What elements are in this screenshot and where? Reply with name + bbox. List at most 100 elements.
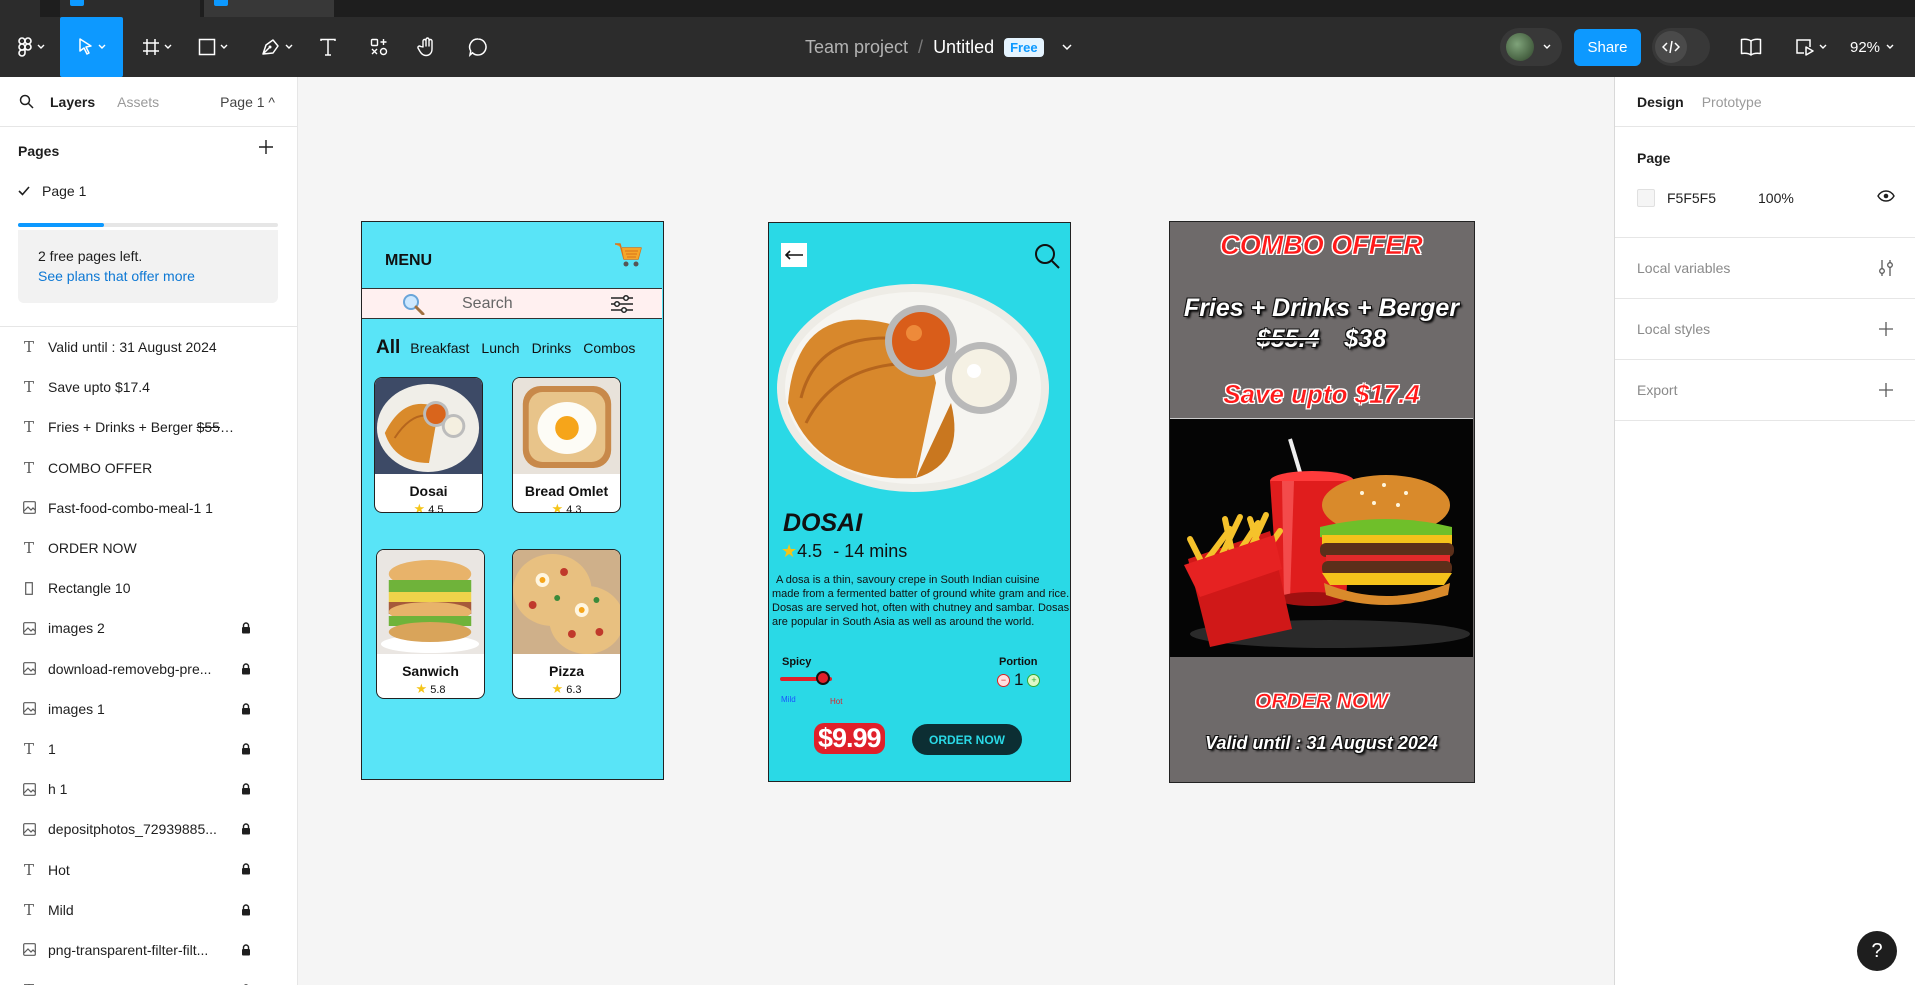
text-icon: T bbox=[23, 418, 34, 437]
tab-prototype[interactable]: Prototype bbox=[1702, 94, 1762, 110]
zoom-menu[interactable]: 92% bbox=[1850, 17, 1894, 77]
home-tab[interactable] bbox=[0, 0, 40, 17]
layer-item[interactable]: T Valid until : 31 August 2024 bbox=[0, 327, 298, 367]
library-button[interactable] bbox=[1738, 17, 1764, 77]
file-tab-active[interactable] bbox=[204, 0, 334, 17]
category-drinks[interactable]: Drinks bbox=[532, 340, 572, 356]
export-section[interactable]: Export bbox=[1615, 360, 1915, 421]
layer-item[interactable]: images 2 bbox=[0, 608, 298, 648]
hand-tool-button[interactable] bbox=[414, 17, 440, 77]
layer-item[interactable]: T Mild bbox=[0, 890, 298, 930]
plus-icon[interactable] bbox=[1878, 321, 1894, 337]
detail-artboard[interactable]: DOSAI ★4.5 - 14 mins A dosa is a thin, s… bbox=[768, 222, 1071, 782]
order-now-button[interactable]: ORDER NOW bbox=[912, 724, 1022, 755]
comment-tool-button[interactable] bbox=[465, 17, 491, 77]
minus-button[interactable]: − bbox=[997, 673, 1010, 687]
dev-mode-toggle[interactable] bbox=[1652, 28, 1710, 66]
layer-item[interactable]: T ORDER NOW bbox=[0, 528, 298, 568]
main-menu-button[interactable] bbox=[10, 17, 52, 77]
lock-icon[interactable] bbox=[241, 903, 251, 916]
layer-item[interactable]: TPortion bbox=[0, 970, 298, 985]
fill-opacity[interactable]: 100% bbox=[1758, 190, 1794, 206]
share-button[interactable]: Share bbox=[1574, 29, 1641, 66]
layer-item[interactable]: T1 bbox=[0, 729, 298, 769]
lock-icon[interactable] bbox=[241, 622, 251, 634]
layer-item[interactable]: T Fries + Drinks + Berger $55.4 $38 bbox=[0, 407, 298, 447]
filter-icon[interactable] bbox=[610, 294, 634, 314]
image-icon bbox=[22, 943, 36, 957]
tab-layers[interactable]: Layers bbox=[50, 94, 95, 110]
lock-icon[interactable] bbox=[241, 863, 251, 875]
resources-button[interactable] bbox=[366, 17, 392, 77]
lock-icon[interactable] bbox=[241, 743, 251, 755]
file-name[interactable]: Untitled bbox=[933, 37, 994, 58]
local-styles-section[interactable]: Local styles bbox=[1615, 299, 1915, 360]
search-placeholder: Search bbox=[462, 295, 513, 312]
lock-icon[interactable] bbox=[241, 823, 251, 835]
category-all[interactable]: All bbox=[376, 337, 400, 359]
page-background-fill[interactable]: F5F5F5 100% bbox=[1637, 189, 1794, 207]
layer-item[interactable]: depositphotos_72939885... bbox=[0, 809, 298, 849]
layer-item[interactable]: T Hot bbox=[0, 849, 298, 889]
lock-icon[interactable] bbox=[241, 783, 251, 795]
layer-item[interactable]: png-transparent-filter-filt... bbox=[0, 930, 298, 970]
color-swatch[interactable] bbox=[1637, 189, 1655, 207]
tab-design[interactable]: Design bbox=[1637, 94, 1684, 110]
layer-item[interactable]: download-removebg-pre... bbox=[0, 649, 298, 689]
lock-icon[interactable] bbox=[241, 703, 251, 715]
move-tool-button[interactable] bbox=[60, 17, 123, 77]
category-lunch[interactable]: Lunch bbox=[481, 340, 519, 356]
image-icon bbox=[22, 782, 36, 796]
food-card-dosai[interactable]: Dosai ★ 4.5 bbox=[374, 377, 483, 513]
layer-name: Fries + Drinks + Berger $55.4 $38 bbox=[48, 419, 232, 436]
variables-icon[interactable] bbox=[1878, 259, 1894, 277]
menu-artboard[interactable]: MENU Search All Breakfast Lunch Drinks C… bbox=[361, 221, 664, 780]
food-card-bread-omlet[interactable]: Bread Omlet ★ 4.3 bbox=[512, 377, 621, 513]
back-button[interactable] bbox=[781, 243, 807, 267]
layer-item[interactable]: h 1 bbox=[0, 769, 298, 809]
food-rating: ★ 4.3 bbox=[513, 501, 620, 512]
plus-icon[interactable] bbox=[1878, 382, 1894, 398]
checkmark-icon bbox=[18, 186, 30, 196]
combo-offer-artboard[interactable]: COMBO OFFER Fries + Drinks + Berger $55.… bbox=[1169, 221, 1475, 783]
cart-icon[interactable] bbox=[613, 240, 643, 270]
frame-tool-button[interactable] bbox=[134, 17, 180, 77]
pen-tool-button[interactable] bbox=[254, 17, 300, 77]
upsell-link[interactable]: See plans that offer more bbox=[38, 268, 258, 284]
help-button[interactable]: ? bbox=[1857, 931, 1897, 971]
plus-button[interactable]: + bbox=[1027, 673, 1041, 687]
dish-title: DOSAI bbox=[783, 509, 863, 537]
food-card-sanwich[interactable]: Sanwich ★ 5.8 bbox=[376, 549, 485, 699]
fill-hex[interactable]: F5F5F5 bbox=[1667, 190, 1716, 206]
layer-item[interactable]: images 1 bbox=[0, 689, 298, 729]
chevron-down-icon[interactable] bbox=[1062, 43, 1072, 51]
avatar[interactable] bbox=[1506, 33, 1534, 61]
plus-icon[interactable] bbox=[258, 139, 274, 155]
page-item-page-1[interactable]: Page 1 bbox=[18, 183, 86, 199]
food-card-pizza[interactable]: Pizza ★ 6.3 bbox=[512, 549, 621, 699]
menu-search-bar[interactable]: Search bbox=[362, 288, 662, 319]
lock-icon[interactable] bbox=[241, 944, 251, 956]
plan-badge[interactable]: Free bbox=[1004, 37, 1044, 57]
project-name[interactable]: Team project bbox=[805, 37, 908, 58]
present-button[interactable] bbox=[1792, 17, 1830, 77]
page-selector[interactable]: Page 1 ^ bbox=[220, 94, 275, 110]
eye-icon[interactable] bbox=[1877, 190, 1895, 202]
layer-item[interactable]: T Save upto $17.4 bbox=[0, 367, 298, 407]
category-combos[interactable]: Combos bbox=[583, 340, 635, 356]
toolbar: Team project / Untitled Free Share 92% bbox=[0, 17, 1915, 77]
search-icon[interactable] bbox=[19, 94, 34, 109]
layer-item[interactable]: T COMBO OFFER bbox=[0, 448, 298, 488]
category-breakfast[interactable]: Breakfast bbox=[410, 340, 469, 356]
file-tab-1[interactable] bbox=[60, 0, 200, 17]
shape-tool-button[interactable] bbox=[190, 17, 236, 77]
text-tool-button[interactable] bbox=[315, 17, 341, 77]
tab-assets[interactable]: Assets bbox=[117, 94, 159, 110]
layer-item[interactable]: Rectangle 10 bbox=[0, 568, 298, 608]
lock-icon[interactable] bbox=[241, 662, 251, 675]
spicy-slider-handle[interactable] bbox=[816, 671, 830, 685]
local-variables-section[interactable]: Local variables bbox=[1615, 238, 1915, 299]
search-icon[interactable] bbox=[1034, 243, 1060, 269]
layer-item[interactable]: Fast-food-combo-meal-1 1 bbox=[0, 488, 298, 528]
multiplayer-avatars[interactable] bbox=[1500, 28, 1562, 66]
